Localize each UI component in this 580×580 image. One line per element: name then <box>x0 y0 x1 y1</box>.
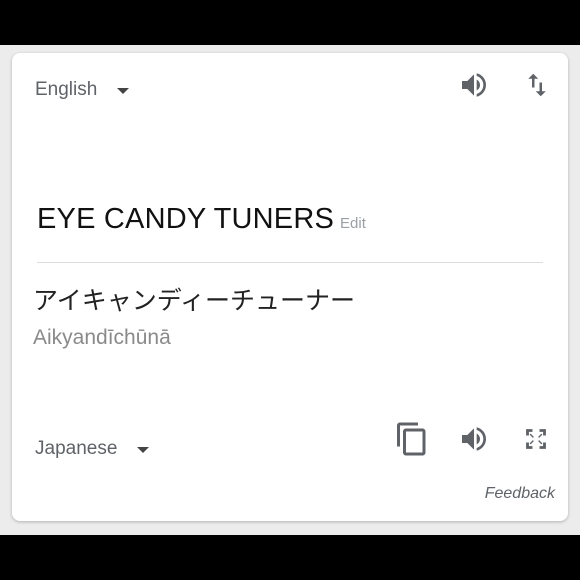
swap-languages-button[interactable] <box>519 67 555 103</box>
top-black-bar <box>0 0 580 45</box>
source-language-select[interactable]: English <box>35 79 130 101</box>
speaker-icon <box>462 427 486 451</box>
source-text: EYE CANDY TUNERS <box>37 203 335 235</box>
copy-icon <box>397 422 426 456</box>
translation-text: アイキャンディーチューナー <box>33 286 356 315</box>
source-text-row: EYE CANDY TUNERS Edit <box>37 203 366 236</box>
edit-link[interactable]: Edit <box>340 215 366 232</box>
caret-down-icon <box>117 88 130 94</box>
target-language-select[interactable]: Japanese <box>35 438 150 460</box>
translate-card: English EYE CANDY TUNERS Edit アイキャンディーチュ… <box>12 53 568 521</box>
feedback-link[interactable]: Feedback <box>485 485 555 503</box>
source-language-label: English <box>35 79 98 100</box>
source-listen-button[interactable] <box>456 67 492 103</box>
speaker-icon <box>462 73 486 97</box>
romanization-text: Aikyandīchūnā <box>33 326 171 349</box>
target-listen-button[interactable] <box>456 421 492 457</box>
copy-button[interactable] <box>394 421 430 457</box>
bottom-black-bar <box>0 535 580 580</box>
fullscreen-button[interactable] <box>518 421 554 457</box>
divider <box>37 262 543 263</box>
caret-down-icon <box>137 447 150 453</box>
swap-languages-icon <box>528 73 546 97</box>
target-language-label: Japanese <box>35 438 118 459</box>
fullscreen-icon <box>526 429 546 449</box>
